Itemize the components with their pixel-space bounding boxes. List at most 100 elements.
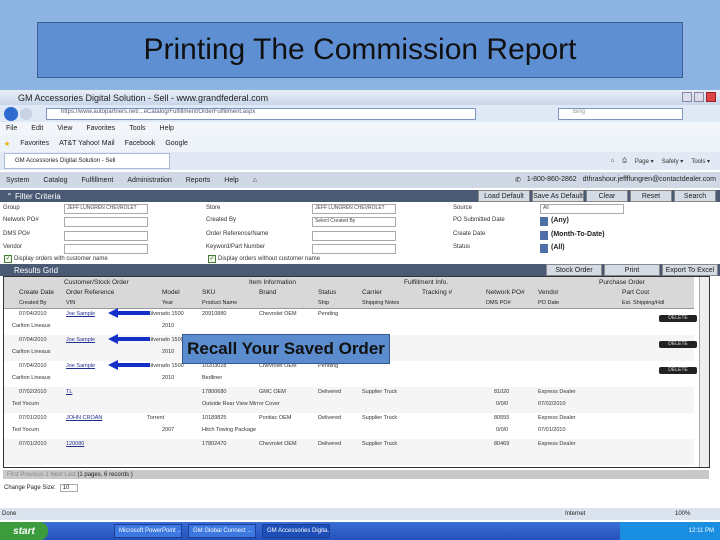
nav-catalog[interactable]: Catalog	[43, 177, 67, 184]
order-ref-input[interactable]	[312, 231, 396, 241]
checkbox-without-customer[interactable]: ✓	[208, 255, 216, 263]
cell-ref[interactable]: Joe Sample	[66, 311, 95, 317]
minimize-button[interactable]	[682, 92, 692, 102]
network-po-input[interactable]	[64, 217, 148, 227]
cell-year: 2007	[162, 427, 175, 433]
page-size-row: Change Page Size: 10	[0, 482, 720, 494]
start-button[interactable]: start	[0, 522, 48, 540]
menu-help[interactable]: Help	[160, 125, 174, 132]
column-subheader: DMS PO#	[486, 300, 511, 306]
user-email: dthrashour.jeffflungren@contactdealer.co…	[582, 176, 716, 183]
taskbar-item[interactable]: GM Accessories Digita...	[262, 524, 330, 538]
cell-ref[interactable]: Joe Sample	[66, 337, 95, 343]
cell-ref[interactable]: 120080	[66, 441, 84, 447]
dms-po-input[interactable]	[64, 231, 148, 241]
column-subheader: Est. Shipping/Hdl	[622, 300, 665, 306]
store-select[interactable]: JEFF LUNGREN CHEVROLET	[312, 204, 396, 214]
column-header[interactable]: Network PO#	[486, 289, 525, 296]
url-input[interactable]: https://www.autopartners.net/...eCatalog…	[46, 107, 476, 120]
source-label: Source	[453, 205, 473, 211]
search-input[interactable]: Bing	[558, 107, 683, 120]
nav-administration[interactable]: Administration	[127, 177, 171, 184]
taskbar-item[interactable]: GM Global Connect ...	[188, 524, 256, 538]
table-row[interactable]	[4, 439, 694, 465]
fav-link-yahoo[interactable]: AT&T Yahoo! Mail	[59, 140, 115, 147]
delete-button[interactable]: DELETE	[659, 367, 697, 374]
stock-order-button[interactable]: Stock Order	[546, 264, 602, 276]
group-select[interactable]: JEFF LUNGREN CHEVROLET	[64, 204, 148, 214]
source-select[interactable]: All	[540, 204, 624, 214]
calendar-icon[interactable]	[540, 231, 548, 240]
clock: 12:11 PM	[688, 528, 714, 534]
pager-links[interactable]: First Previous 1 Next Last	[7, 472, 76, 478]
column-header[interactable]: SKU	[202, 289, 215, 296]
column-header[interactable]: Part Cost	[622, 289, 649, 296]
delete-button[interactable]: DELETE	[659, 315, 697, 322]
column-header[interactable]: Create Date	[19, 289, 54, 296]
save-as-default-button[interactable]: Save As Default	[532, 190, 584, 202]
home-icon[interactable]: ⌂	[610, 158, 614, 165]
cell-ref[interactable]: Joe Sample	[66, 363, 95, 369]
created-by-select[interactable]: Select Created By	[312, 217, 396, 227]
page-size-select[interactable]: 10	[59, 484, 79, 492]
page-size-label: Change Page Size:	[4, 485, 56, 491]
column-header[interactable]: Order Reference	[66, 289, 114, 296]
close-button[interactable]	[706, 92, 716, 102]
safety-menu[interactable]: Safety ▾	[662, 158, 684, 165]
cell-sku: 17802470	[202, 441, 227, 447]
load-default-button[interactable]: Load Default	[478, 190, 530, 202]
column-header[interactable]: Tracking #	[422, 289, 452, 296]
column-subheader: Shipping Notes	[362, 300, 400, 306]
taskbar-item[interactable]: Microsoft PowerPoint ...	[114, 524, 182, 538]
column-header[interactable]: Status	[318, 289, 336, 296]
group-header: Customer/Stock Order	[64, 279, 129, 286]
menu-tools[interactable]: Tools	[129, 125, 145, 132]
checkbox-with-customer[interactable]: ✓	[4, 255, 12, 263]
restore-button[interactable]	[694, 92, 704, 102]
delete-button[interactable]: DELETE	[659, 341, 697, 348]
column-header[interactable]: Carrier	[362, 289, 382, 296]
nav-system[interactable]: System	[6, 177, 29, 184]
fav-link-google[interactable]: Google	[165, 140, 188, 147]
fav-link-facebook[interactable]: Facebook	[125, 140, 156, 147]
cell-ref[interactable]: JOHN CROAN	[66, 415, 102, 421]
print-button[interactable]: Print	[604, 264, 660, 276]
zoom-level[interactable]: 100%	[675, 511, 690, 517]
column-header[interactable]: Brand	[259, 289, 276, 296]
menu-view[interactable]: View	[57, 125, 72, 132]
menu-edit[interactable]: Edit	[31, 125, 43, 132]
menu-favorites[interactable]: Favorites	[86, 125, 115, 132]
forward-icon[interactable]	[20, 107, 32, 120]
cell-po_date: 07/02/2010	[538, 401, 566, 407]
group-label: Group	[3, 205, 20, 211]
search-button[interactable]: Search	[674, 190, 716, 202]
cell-ref[interactable]: TL	[66, 389, 72, 395]
table-row[interactable]	[4, 413, 694, 439]
nav-reports[interactable]: Reports	[186, 177, 211, 184]
phone-number: 1-800-860-2862	[526, 176, 577, 183]
po-date-label: PO Submitted Date	[453, 217, 505, 223]
reset-button[interactable]: Reset	[630, 190, 672, 202]
column-header[interactable]: Vendor	[538, 289, 559, 296]
column-header[interactable]: Model	[162, 289, 180, 296]
create-date-label: Create Date	[453, 231, 486, 237]
collapse-icon[interactable]: ⌃	[6, 192, 15, 201]
tools-menu[interactable]: Tools ▾	[691, 158, 710, 165]
calendar-icon[interactable]	[540, 217, 548, 226]
scrollbar[interactable]	[699, 277, 709, 467]
home-icon[interactable]: ⌂	[253, 177, 257, 184]
clear-button[interactable]: Clear	[586, 190, 628, 202]
keyword-input[interactable]	[312, 244, 396, 254]
print-icon[interactable]: ⎙	[622, 158, 627, 165]
browser-tab[interactable]: GM Accessories Digital Solution - Sell	[4, 153, 170, 169]
export-to-excel-button[interactable]: Export To Excel	[662, 264, 718, 276]
vendor-input[interactable]	[64, 244, 148, 254]
favorites-button[interactable]: Favorites	[20, 140, 49, 147]
page-menu[interactable]: Page ▾	[635, 158, 654, 165]
nav-fulfillment[interactable]: Fulfillment	[81, 177, 113, 184]
status-picker-icon[interactable]	[540, 244, 548, 253]
menu-file[interactable]: File	[6, 125, 17, 132]
table-row[interactable]	[4, 387, 694, 413]
nav-help[interactable]: Help	[224, 177, 238, 184]
back-icon[interactable]	[4, 106, 18, 121]
